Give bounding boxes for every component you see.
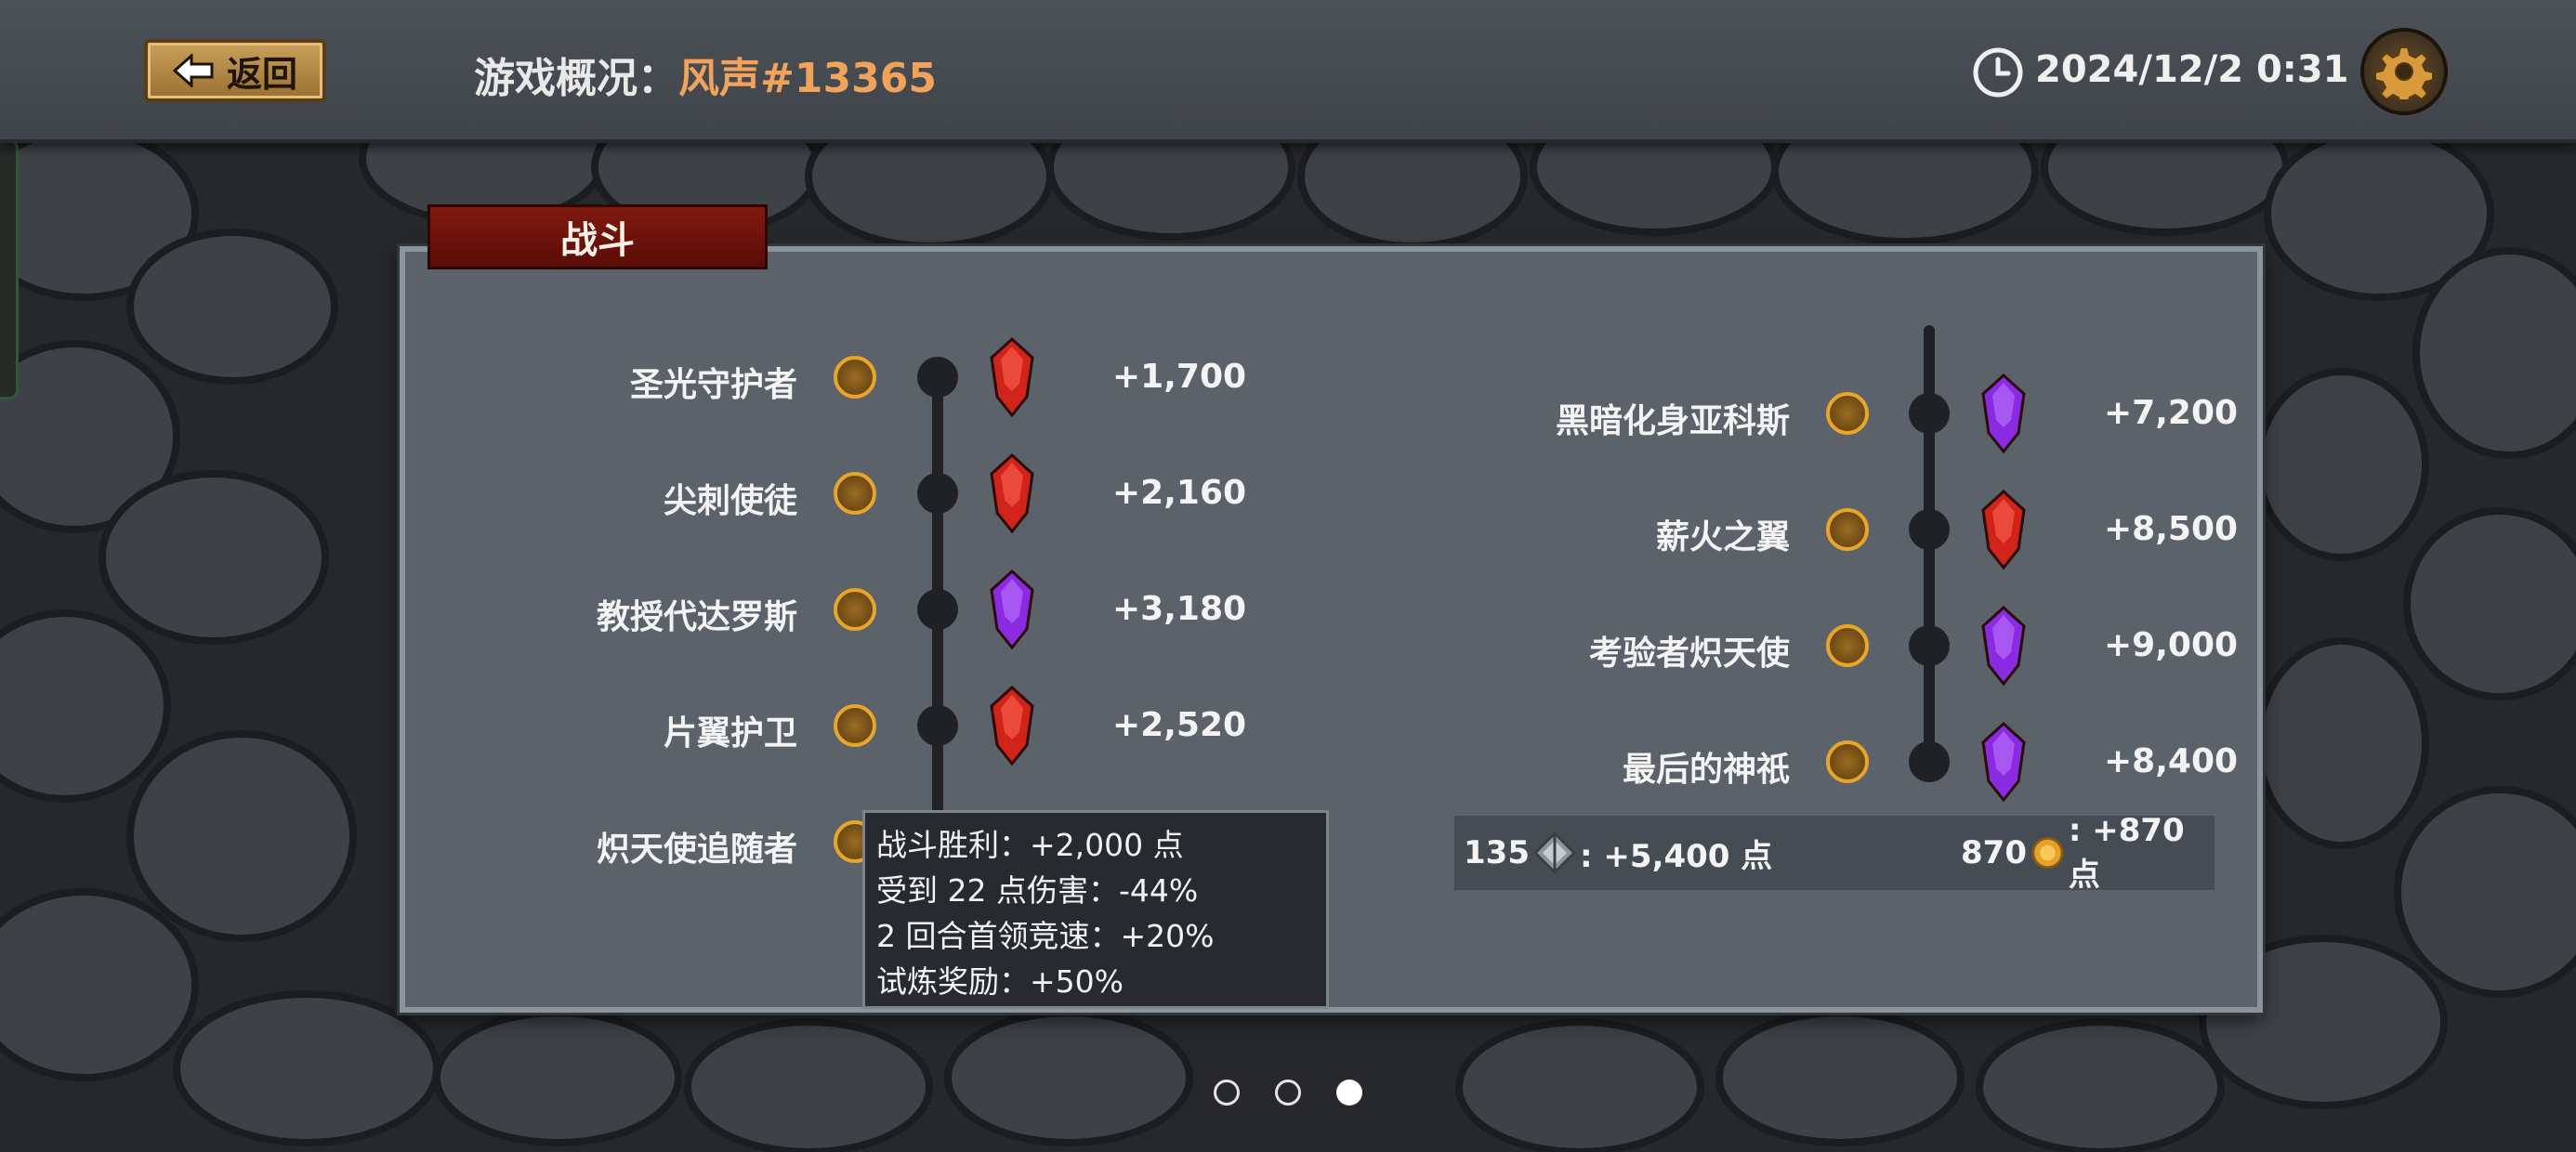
purple-gem-icon (1981, 373, 2026, 454)
tooltip-line: 战斗胜利：+2,000 点 (876, 827, 1184, 863)
boss-name: 考验者炽天使 (1588, 635, 1790, 673)
purple-gem-icon (1981, 721, 2026, 803)
title-value: 风声#13365 (678, 55, 937, 102)
boss-name: 最后的神祇 (1622, 751, 1790, 789)
tab-battle-label: 战斗 (560, 219, 635, 262)
boss-reward: +9,000 (2104, 626, 2239, 664)
crystal-shard-icon (1532, 831, 1576, 874)
coin-count: 870 (1961, 834, 2027, 871)
gold-coin-icon (2031, 836, 2064, 870)
summary-bar: 135 : +5,400 点 870 : +870 点 (1454, 812, 2215, 894)
boss-row[interactable]: 最后的神祇 +8,400 (0, 720, 2576, 804)
page-title: 游戏概况：风声#13365 (474, 45, 937, 104)
shard-summary: 135 : +5,400 点 (1464, 831, 1772, 876)
coin-points: : +870 点 (2068, 811, 2185, 894)
gear-icon (2376, 46, 2432, 99)
boss-emblem-icon (1826, 392, 1869, 435)
back-button[interactable]: 返回 (144, 39, 326, 102)
timeline-node (1909, 741, 1950, 782)
datetime: 2024/12/2 0:31 (2035, 48, 2349, 91)
boss-row[interactable]: 黑暗化身亚科斯 +7,200 (0, 372, 2576, 455)
page-indicator-1[interactable] (1214, 1080, 1240, 1106)
boss-reward: +8,500 (2104, 510, 2239, 548)
arrow-left-icon (172, 54, 214, 87)
tooltip-line: 受到 22 点伤害：-44% (876, 872, 1199, 909)
clock-icon (1973, 47, 2023, 98)
shard-count: 135 (1464, 834, 1530, 871)
boss-name: 薪火之翼 (1655, 518, 1790, 556)
boss-name: 黑暗化身亚科斯 (1555, 402, 1790, 440)
title-label: 游戏概况： (474, 55, 678, 102)
boss-reward: +7,200 (2104, 394, 2239, 432)
boss-row[interactable]: 薪火之翼 +8,500 (0, 488, 2576, 571)
boss-reward: +8,400 (2104, 742, 2239, 780)
timeline-node (1909, 393, 1950, 434)
back-label: 返回 (226, 53, 297, 95)
timeline-node (1909, 625, 1950, 666)
page-indicator-3[interactable] (1336, 1080, 1362, 1106)
boss-name: 炽天使追随者 (596, 831, 797, 869)
purple-gem-icon (1981, 605, 2026, 687)
shard-points: : +5,400 点 (1579, 837, 1773, 875)
boss-emblem-icon (1826, 508, 1869, 551)
timeline-node (1909, 509, 1950, 550)
red-gem-icon (1981, 489, 2026, 570)
settings-button[interactable] (2360, 28, 2448, 115)
tab-battle[interactable]: 战斗 (427, 204, 768, 269)
tooltip-line: 试炼奖励：+50% (876, 963, 1124, 1000)
boss-emblem-icon (1826, 624, 1869, 667)
boss-emblem-icon (1826, 740, 1869, 783)
boss-row[interactable]: 考验者炽天使 +9,000 (0, 604, 2576, 687)
page-indicator-2[interactable] (1275, 1080, 1301, 1106)
tooltip-line: 2 回合首领竞速：+20% (876, 918, 1215, 954)
coin-summary: 870 : +870 点 (1961, 812, 2215, 895)
score-tooltip: 战斗胜利：+2,000 点 受到 22 点伤害：-44% 2 回合首领竞速：+2… (862, 810, 1329, 1009)
